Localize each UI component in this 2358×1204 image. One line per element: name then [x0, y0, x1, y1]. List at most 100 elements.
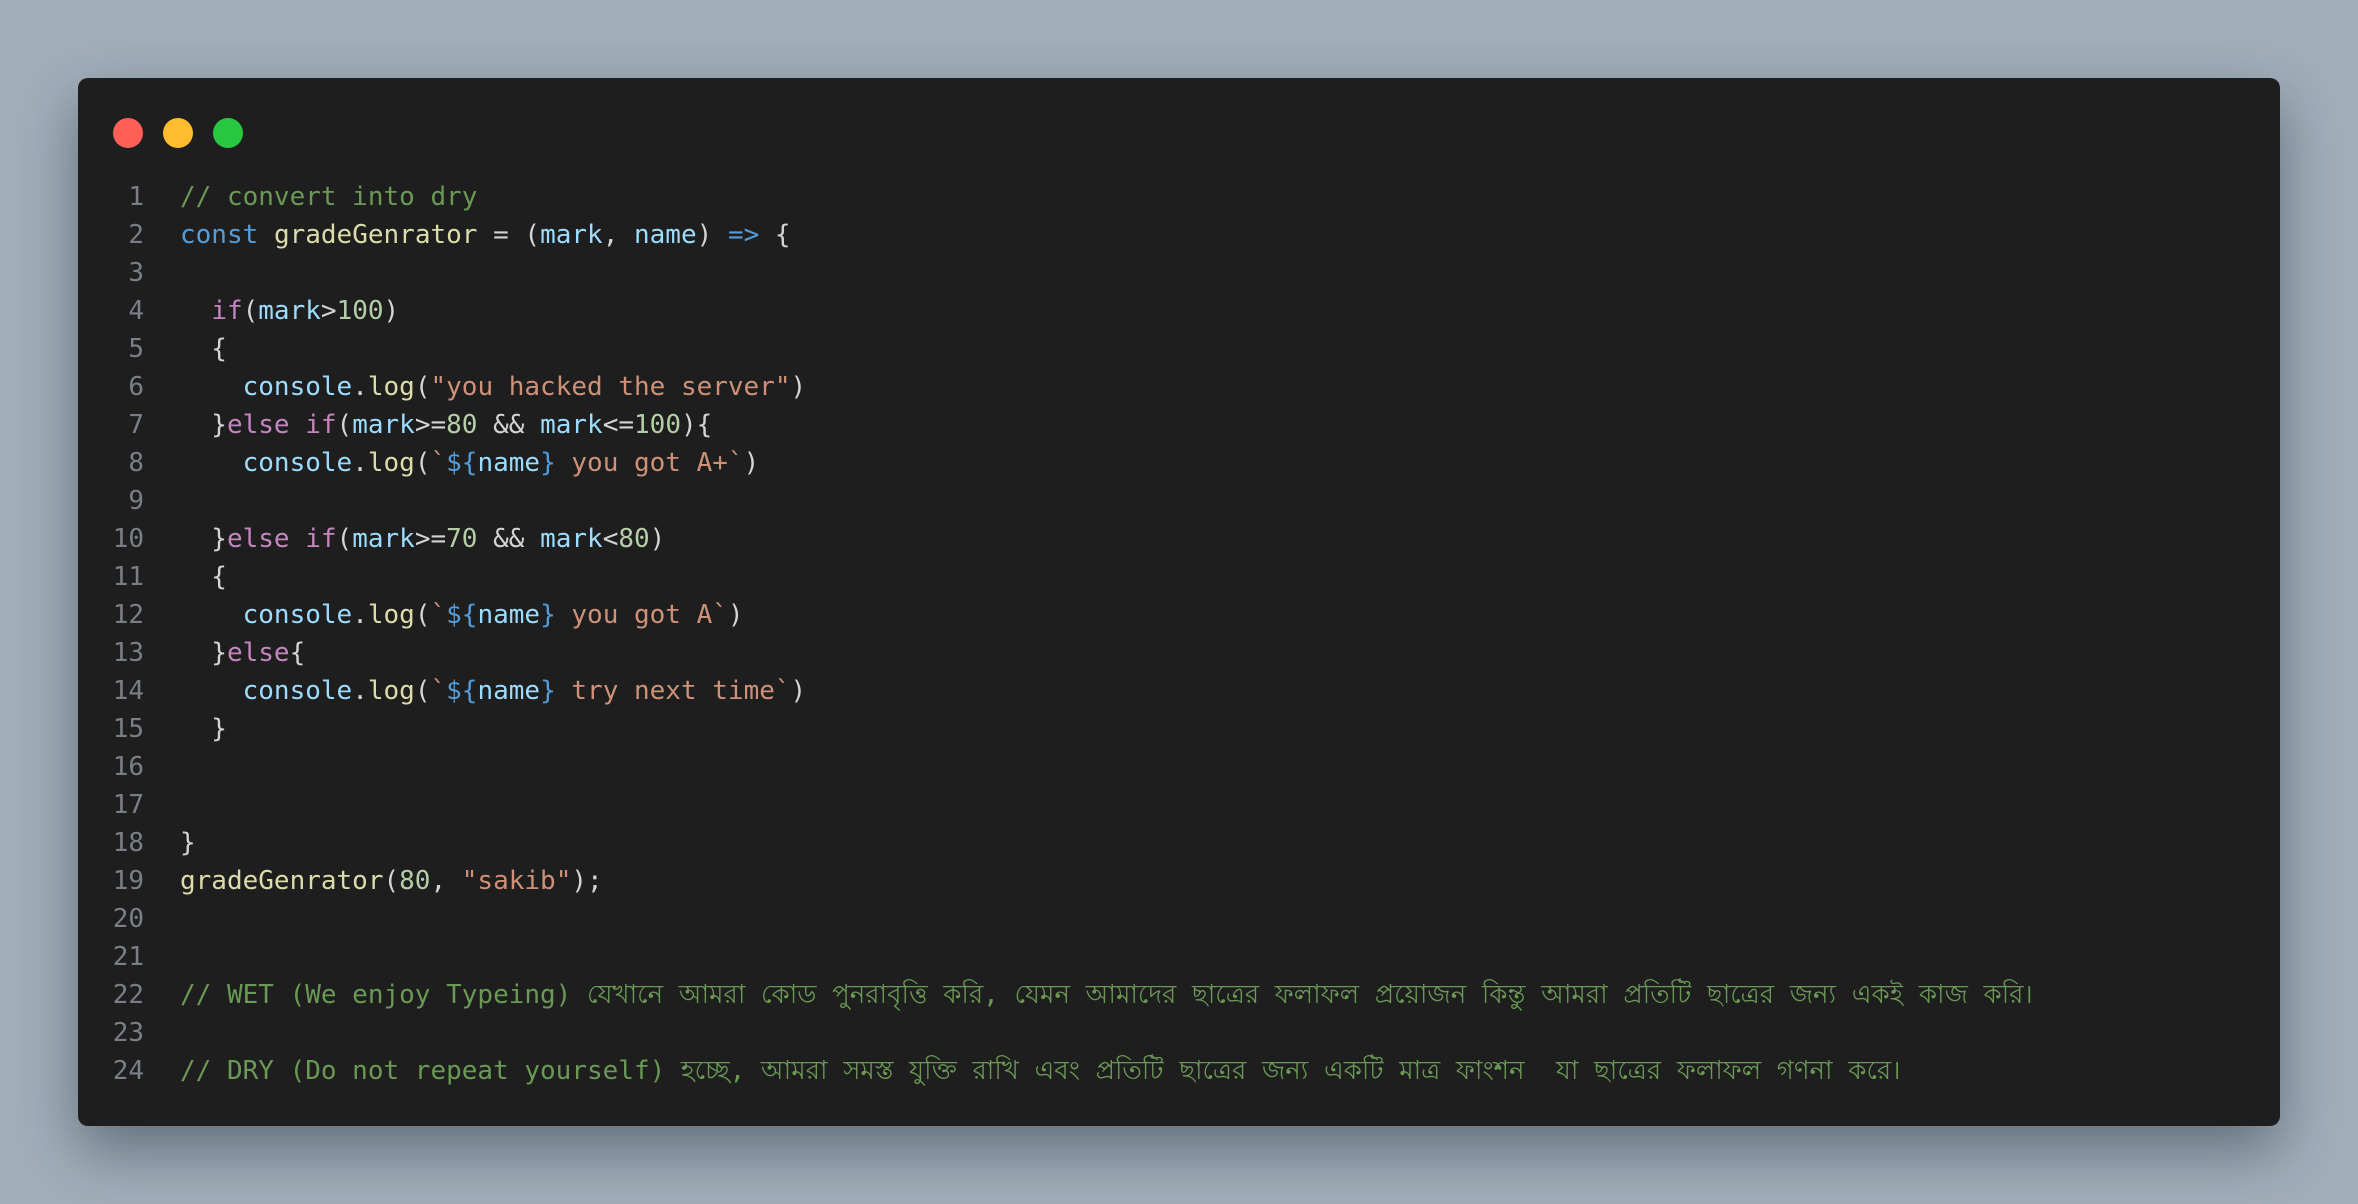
code-token: ( [414, 448, 431, 478]
minimize-icon[interactable] [163, 118, 193, 148]
code-token: name [477, 600, 541, 630]
code-line: 4 if(mark>100) [78, 292, 2280, 330]
line-number: 23 [112, 1018, 144, 1048]
code-token: ( [414, 600, 431, 630]
code-token: } [540, 600, 556, 630]
code-token: ( [336, 524, 353, 554]
code-token: ( [242, 296, 259, 326]
code-token: log [367, 600, 415, 630]
code-token: const [180, 220, 259, 250]
code-token: } [180, 524, 227, 554]
code-token: < [602, 524, 619, 554]
code-token: ( [383, 866, 400, 896]
code-token: you got A` [555, 600, 728, 630]
code-token: } [180, 410, 227, 440]
maximize-icon[interactable] [213, 118, 243, 148]
code-line: 12 console.log(`${name} you got A`) [78, 596, 2280, 634]
line-number: 20 [112, 904, 144, 934]
code-token: ){ [680, 410, 713, 440]
code-token: ( [336, 410, 353, 440]
code-line: 9 [78, 482, 2280, 520]
code-token: . [352, 676, 368, 706]
code-token: { [289, 638, 306, 668]
code-token: log [367, 448, 415, 478]
code-token: else [226, 638, 290, 668]
code-token: && [477, 524, 541, 554]
code-token: console [242, 448, 353, 478]
code-text: gradeGenrator(80, "sakib"); [144, 862, 603, 900]
code-line: 17 [78, 786, 2280, 824]
line-number: 9 [128, 486, 144, 516]
code-token: } [180, 638, 227, 668]
code-text: }else{ [144, 634, 305, 672]
code-token: } [180, 828, 196, 858]
code-token: try next time` [555, 676, 791, 706]
code-editor[interactable]: 1// convert into dry 2 const gradeGenrator… [78, 178, 2280, 1090]
code-token: > [320, 296, 337, 326]
code-token: ( [414, 676, 431, 706]
code-token: 100 [336, 296, 384, 326]
code-token: name [477, 448, 541, 478]
line-number: 22 [112, 980, 144, 1010]
code-text: { [144, 330, 227, 368]
code-token: } [540, 676, 556, 706]
line-number: 4 [128, 296, 144, 326]
code-token: gradeGenrator [273, 220, 478, 250]
code-token: else if [226, 410, 337, 440]
code-token: ` [430, 676, 447, 706]
line-number: 16 [112, 752, 144, 782]
line-number: 15 [112, 714, 144, 744]
code-token: >= [414, 524, 447, 554]
code-token: console [242, 676, 353, 706]
line-number: 6 [128, 372, 144, 402]
code-token: 80 [618, 524, 650, 554]
code-text: // WET (We enjoy Typeing) যেখানে আমরা কো… [144, 976, 2033, 1014]
code-token: . [352, 600, 368, 630]
code-text: console.log(`${name} try next time`) [144, 672, 807, 710]
code-token: name [477, 676, 541, 706]
line-number: 5 [128, 334, 144, 364]
code-token: gradeGenrator [180, 866, 384, 896]
code-token: ); [571, 866, 603, 896]
line-number: 11 [112, 562, 144, 592]
code-token: = ( [477, 220, 541, 250]
code-text: { [144, 558, 227, 596]
code-token: 100 [634, 410, 681, 440]
code-token: <= [602, 410, 635, 440]
code-line: 5 { [78, 330, 2280, 368]
code-line: 18} [78, 824, 2280, 862]
code-token: log [367, 372, 415, 402]
code-text: console.log("you hacked the server") [144, 368, 807, 406]
code-token: ${ [446, 448, 478, 478]
code-line: 19 gradeGenrator(80, "sakib"); [78, 862, 2280, 900]
code-text: } [144, 824, 196, 862]
code-token: ${ [446, 676, 478, 706]
code-token: console [242, 600, 353, 630]
line-number: 17 [112, 790, 144, 820]
code-token: , [430, 866, 462, 896]
code-token: "you hacked the server" [430, 372, 791, 402]
code-text: if(mark>100) [144, 292, 399, 330]
code-line: 21 [78, 938, 2280, 976]
code-token: // WET (We enjoy Typeing) যেখানে আমরা কো… [180, 980, 2033, 1010]
code-token: ) [743, 448, 760, 478]
line-number: 3 [128, 258, 144, 288]
code-token: { [180, 334, 227, 364]
code-line: 10 }else if(mark>=70 && mark<80) [78, 520, 2280, 558]
code-token: mark [540, 220, 603, 250]
code-token: ) [696, 220, 728, 250]
code-line: 13 }else{ [78, 634, 2280, 672]
code-token: // DRY (Do not repeat yourself) হচ্ছে, আ… [180, 1056, 1901, 1086]
code-text: console.log(`${name} you got A`) [144, 596, 744, 634]
close-icon[interactable] [113, 118, 143, 148]
code-token: ) [383, 296, 400, 326]
